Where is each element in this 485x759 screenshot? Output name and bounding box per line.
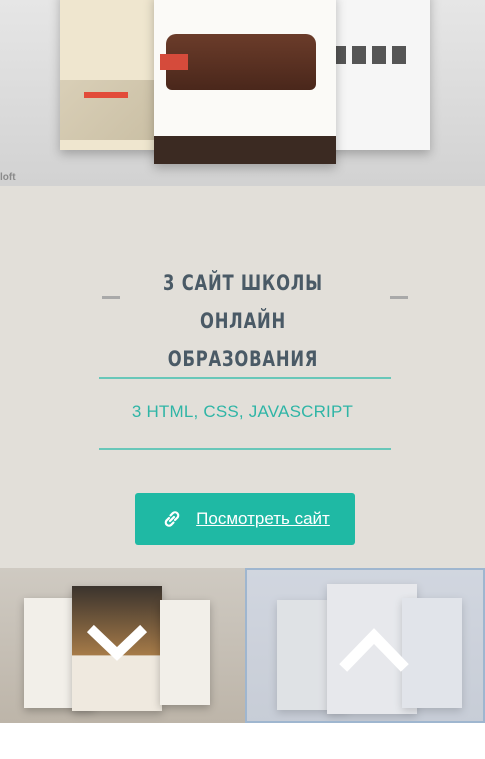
- divider-top: [99, 377, 391, 379]
- chevron-up-icon[interactable]: [339, 614, 409, 684]
- mockup-footer-strip: [154, 136, 336, 164]
- thumb-page: [160, 600, 210, 705]
- chevron-down-icon[interactable]: [82, 608, 152, 678]
- project-title: 3 Сайт школы онлайн образования: [162, 271, 323, 371]
- mockup-page-right: [320, 0, 430, 150]
- page: loft 3 Сайт школы онлайн образования 3 H…: [0, 0, 485, 759]
- project-thumbnail-1[interactable]: [0, 568, 245, 723]
- divider-bottom: [99, 448, 391, 450]
- watermark-text: loft: [0, 172, 16, 183]
- project-thumbnail-2[interactable]: [245, 568, 485, 723]
- view-site-button[interactable]: Посмотреть сайт: [135, 493, 355, 545]
- sofa-image: [166, 34, 316, 90]
- view-site-label: Посмотреть сайт: [196, 509, 330, 528]
- project-tech: 3 HTML, CSS, JAVASCRIPT: [131, 402, 354, 421]
- mockup-page-center: [154, 0, 336, 164]
- link-icon: [164, 511, 180, 527]
- portrait-image: [372, 46, 386, 64]
- mockup-red-button: [84, 92, 128, 98]
- portrait-image: [392, 46, 406, 64]
- project-section: 3 Сайт школы онлайн образования 3 HTML, …: [0, 186, 485, 568]
- project-preview-image: loft: [0, 0, 485, 186]
- portrait-image: [352, 46, 366, 64]
- page-bottom: [0, 723, 485, 759]
- title-wrap: 3 Сайт школы онлайн образования: [0, 264, 485, 378]
- red-tag: [160, 54, 188, 70]
